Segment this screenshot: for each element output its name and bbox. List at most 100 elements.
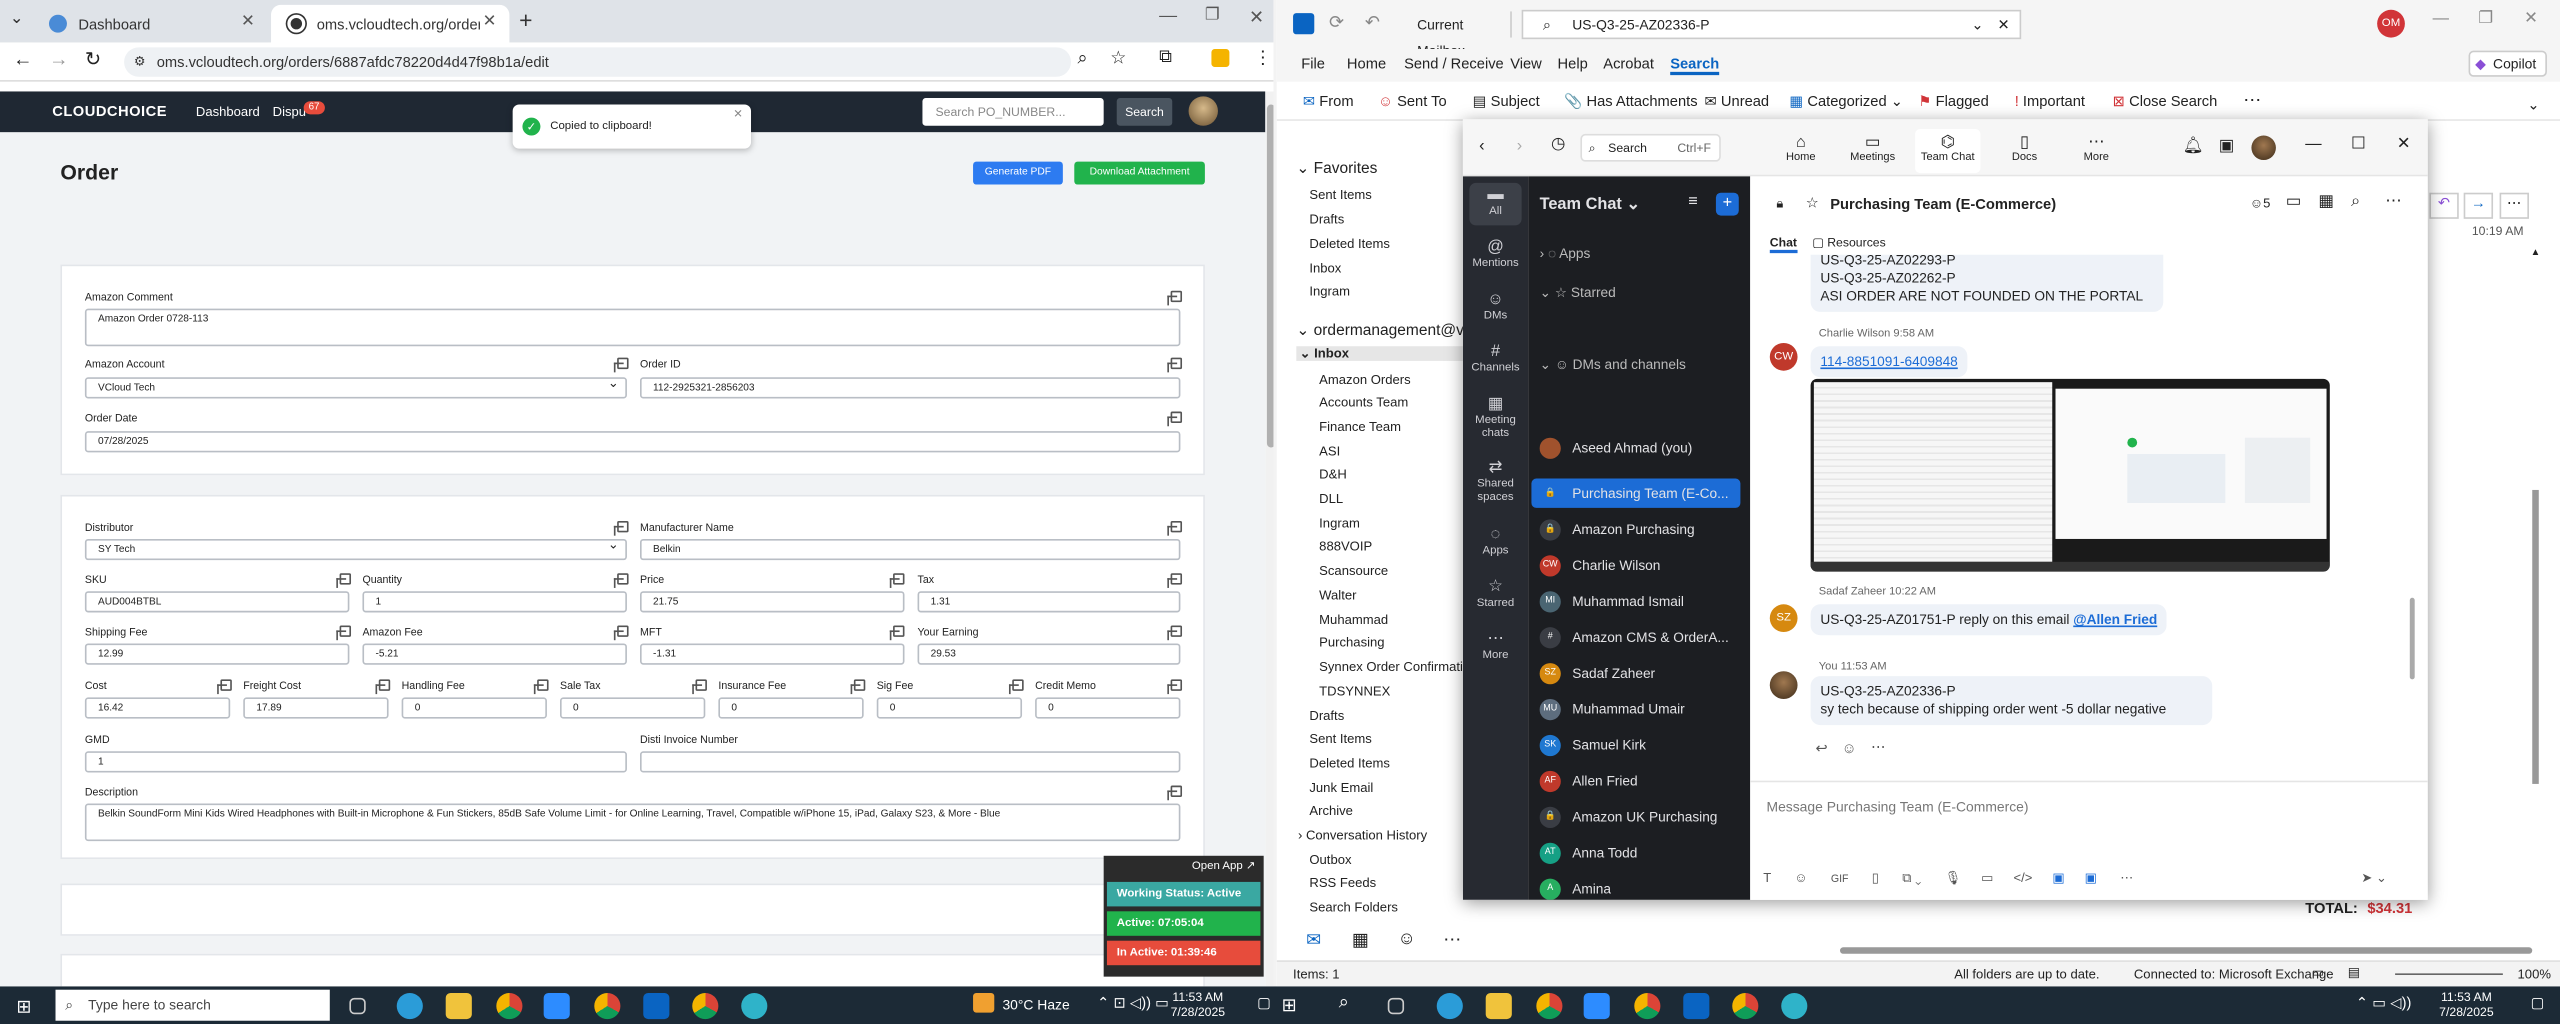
insurance-field[interactable]: 0 xyxy=(718,697,864,719)
menu-home[interactable]: Home xyxy=(1347,56,1386,72)
price-field[interactable]: 21.75 xyxy=(639,591,905,613)
close-toast-icon[interactable]: ✕ xyxy=(733,108,743,120)
reload-icon[interactable]: ↻ xyxy=(85,47,101,70)
zoom-slider[interactable] xyxy=(2395,973,2503,976)
tab-team-chat[interactable]: ⌬ Team Chat xyxy=(1915,129,1981,174)
tab-orders[interactable]: oms.vcloudtech.org/orders/68 ✕ xyxy=(271,4,510,43)
app-icon[interactable] xyxy=(741,992,768,1020)
order-date-field[interactable]: 07/28/2025 xyxy=(84,431,1181,453)
dms-channels-section[interactable]: ⌄ ☺ DMs and channels xyxy=(1540,356,1686,372)
amazon-comment-field[interactable]: Amazon Order 0728-113 xyxy=(84,308,1181,347)
rail-shared-spaces[interactable]: ⇄ Shared spaces xyxy=(1463,460,1528,504)
copy-icon[interactable] xyxy=(889,573,905,588)
copy-icon[interactable] xyxy=(1167,290,1183,306)
weather-text[interactable]: 30°C Haze xyxy=(1002,996,1069,1012)
contact-item[interactable]: MI Muhammad Ismail xyxy=(1539,586,1741,615)
generate-pdf-button[interactable]: Generate PDF xyxy=(973,161,1063,185)
channel-title[interactable]: Purchasing Team (E-Commerce) xyxy=(1830,196,2056,212)
chrome-icon[interactable] xyxy=(496,992,523,1020)
credit-memo-field[interactable]: 0 xyxy=(1035,697,1181,719)
copy-icon[interactable] xyxy=(850,679,866,695)
outlook-icon[interactable] xyxy=(1683,992,1710,1020)
invoice-field[interactable] xyxy=(639,751,1181,773)
unread-button[interactable]: ✉ Unread xyxy=(1704,93,1769,111)
handling-field[interactable]: 0 xyxy=(401,697,547,719)
extension-icon[interactable] xyxy=(1211,48,1230,67)
avatar-charlie-wilson[interactable]: CW xyxy=(1769,342,1798,371)
people-nav-icon[interactable]: ☺ xyxy=(1398,929,1416,949)
extensions-icon[interactable]: ⧉ xyxy=(1159,47,1172,68)
menu-file[interactable]: File xyxy=(1301,56,1325,72)
folder-junk-email[interactable]: Junk Email xyxy=(1309,781,1373,796)
folder-search-folders[interactable]: Search Folders xyxy=(1309,900,1398,915)
tab-more[interactable]: ⋯ More xyxy=(2073,134,2119,163)
back-icon[interactable]: ← xyxy=(13,47,33,70)
user-avatar[interactable]: OM xyxy=(2377,9,2405,38)
tab-dashboard[interactable]: Dashboard ✕ xyxy=(32,4,268,43)
menu-help[interactable]: Help xyxy=(1558,56,1588,72)
from-button[interactable]: ✉ From xyxy=(1303,93,1354,111)
sku-field[interactable]: AUD004BTBL xyxy=(84,591,350,613)
taskbar-search-input[interactable]: ⌕ Type here to search xyxy=(55,989,330,1021)
rail-dms[interactable]: ☺ DMs xyxy=(1463,292,1528,323)
folder-accounts-team[interactable]: Accounts Team xyxy=(1319,395,1408,410)
sig-field[interactable]: 0 xyxy=(876,697,1023,719)
open-app-link[interactable]: Open App ↗ xyxy=(1107,859,1260,879)
forward-icon[interactable]: › xyxy=(1517,137,1522,155)
task-view-icon[interactable] xyxy=(349,997,366,1015)
copy-icon[interactable] xyxy=(1167,357,1183,373)
contact-item[interactable]: # Amazon CMS & OrderA... xyxy=(1539,622,1741,651)
more-message-icon[interactable]: ⋯ xyxy=(1871,738,1886,756)
more-icon[interactable]: ⋯ xyxy=(2385,193,2401,211)
scroll-up-icon[interactable]: ▲ xyxy=(2531,248,2541,258)
format-icon[interactable]: T xyxy=(1763,870,1771,885)
minimize-icon[interactable]: — xyxy=(1159,7,1177,27)
bell-icon[interactable]: 🔔︎ xyxy=(2183,137,2204,155)
forward-icon[interactable]: → xyxy=(49,47,69,70)
folder-asi[interactable]: ASI xyxy=(1319,444,1340,459)
mailbox-scope-select[interactable]: Current Mailbox xyxy=(1407,11,1512,59)
page-scrollbar[interactable] xyxy=(1265,91,1274,987)
members-count[interactable]: ☺5 xyxy=(2250,196,2271,211)
compose-box[interactable]: Message Purchasing Team (E-Commerce) T ☺… xyxy=(1750,780,2428,900)
apps-section[interactable]: › ◌ Apps xyxy=(1540,245,1591,261)
order-link[interactable]: 114-8851091-6409848 xyxy=(1820,353,1957,369)
zoom-app-icon[interactable] xyxy=(543,992,570,1020)
mail-nav-icon[interactable]: ✉ xyxy=(1306,929,1321,951)
amazon-fee-field[interactable]: -5.21 xyxy=(362,643,627,665)
horizontal-scrollbar[interactable] xyxy=(1839,947,2533,954)
download-attachment-button[interactable]: Download Attachment xyxy=(1074,161,1205,185)
contact-item[interactable]: 🔒 Amazon Purchasing xyxy=(1539,514,1741,543)
chrome-icon[interactable] xyxy=(1634,992,1661,1020)
avatar-you[interactable] xyxy=(1769,671,1798,699)
app-icon-1[interactable]: ▣ xyxy=(2052,870,2064,885)
copy-icon[interactable] xyxy=(1167,573,1183,588)
folder-sent-items[interactable]: Sent Items xyxy=(1309,732,1371,747)
filter-icon[interactable]: ≡ xyxy=(1688,193,1698,211)
history-icon[interactable]: ◷ xyxy=(1551,136,1565,154)
folder-synnex[interactable]: Synnex Order Confirmati... xyxy=(1319,660,1474,675)
folder-drafts[interactable]: Drafts xyxy=(1309,709,1344,724)
mft-field[interactable]: -1.31 xyxy=(639,643,905,665)
system-tray-icons[interactable]: ⌃ ⊡ ◁)) ▭ xyxy=(1097,995,1169,1013)
shipping-fee-field[interactable]: 12.99 xyxy=(84,643,350,665)
close-search-button[interactable]: ⊠ Close Search xyxy=(2113,93,2218,111)
search-icon[interactable]: ⌕ xyxy=(1339,993,1365,1019)
edge-icon[interactable] xyxy=(1436,992,1463,1020)
mic-icon[interactable]: 🎙︎ xyxy=(1945,870,1962,885)
contact-item[interactable]: MU Muhammad Umair xyxy=(1539,694,1741,723)
close-icon[interactable]: ✕ xyxy=(2397,136,2411,154)
menu-view[interactable]: View xyxy=(1510,56,1542,72)
new-tab-icon[interactable]: + xyxy=(519,7,532,33)
gmd-field[interactable]: 1 xyxy=(84,751,627,773)
chrome-icon[interactable] xyxy=(1732,992,1759,1020)
rail-mentions[interactable]: @ Mentions xyxy=(1463,239,1528,271)
po-search-button[interactable]: Search xyxy=(1116,97,1173,126)
back-icon[interactable]: ‹ xyxy=(1479,137,1484,155)
more-icon[interactable]: ⋯ xyxy=(2243,90,2261,111)
close-tab-icon[interactable]: ✕ xyxy=(241,13,255,31)
profile-avatar[interactable] xyxy=(2251,135,2276,161)
inbox-folder[interactable]: ⌄ Inbox xyxy=(1296,346,1465,361)
menu-dots-icon[interactable]: ⋮ xyxy=(1254,47,1272,69)
folder-888voip[interactable]: 888VOIP xyxy=(1319,539,1372,554)
